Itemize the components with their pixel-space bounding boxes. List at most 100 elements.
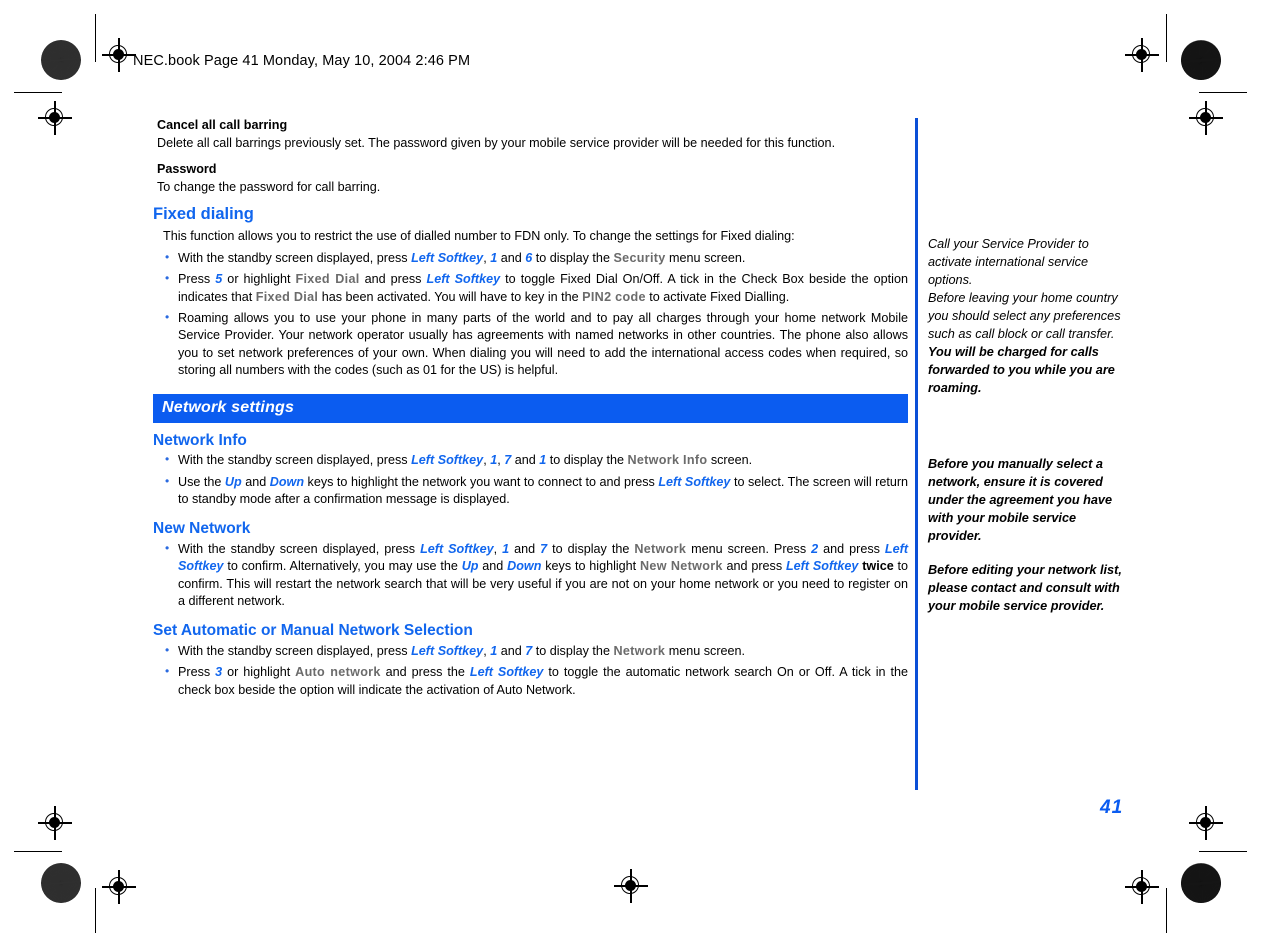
key-left-softkey: Left Softkey	[420, 541, 494, 556]
menu-label-network-info: Network Info	[627, 453, 708, 468]
registration-target-left-upper	[38, 101, 72, 135]
t: and	[509, 541, 541, 556]
sidebar-divider	[915, 118, 919, 790]
registration-target-right-lower	[1189, 806, 1223, 840]
t: and	[478, 559, 508, 574]
margin-note-3-text: Before editing your network list, please…	[928, 563, 1122, 613]
key-down: Down	[507, 559, 542, 574]
key-down: Down	[269, 474, 305, 489]
list-item: With the standby screen displayed, press…	[153, 642, 908, 660]
list-new-network: With the standby screen displayed, press…	[153, 540, 908, 611]
t: to confirm. Alternatively, you may use t…	[223, 559, 462, 574]
t: With the standby screen displayed, press	[178, 541, 421, 556]
list-item: Roaming allows you to use your phone in …	[153, 309, 908, 380]
list-item: Use the Up and Down keys to highlight th…	[153, 473, 908, 509]
emphasis-twice: twice	[862, 559, 894, 574]
t: keys to highlight	[541, 559, 640, 574]
t: keys to highlight the network you want t…	[304, 474, 659, 489]
key-left-softkey: Left Softkey	[411, 250, 484, 265]
key-left-softkey: Left Softkey	[426, 272, 501, 287]
heading-password: Password	[157, 162, 217, 177]
t: to display the	[547, 541, 635, 556]
margin-note-3: Before editing your network list, please…	[928, 561, 1133, 615]
heading-cancel-all-call-barring: Cancel all call barring	[157, 118, 288, 132]
text-fixed-dialing-intro: This function allows you to restrict the…	[163, 228, 795, 243]
t: and press the	[380, 665, 470, 680]
list-item: Press 5 or highlight Fixed Dial and pres…	[153, 270, 908, 306]
margin-note-spacer	[928, 397, 1133, 455]
margin-note-spacer-2	[928, 545, 1133, 561]
margin-note-1: Call your Service Provider to activate i…	[928, 235, 1133, 397]
margin-note-2: Before you manually select a network, en…	[928, 455, 1133, 545]
menu-label-network: Network	[613, 644, 666, 659]
t: menu screen.	[665, 644, 746, 659]
key-left-softkey: Left Softkey	[469, 665, 544, 680]
key-up: Up	[461, 559, 479, 574]
key-up: Up	[224, 474, 242, 489]
text-cancel-all-call-barring: Delete all call barrings previously set.…	[157, 135, 836, 150]
margin-note-1-text-c: You will be charged for calls forwarded …	[928, 345, 1115, 395]
list-item: With the standby screen displayed, press…	[153, 540, 908, 611]
key-left-softkey: Left Softkey	[411, 453, 484, 468]
crop-line-top-left-h	[14, 92, 62, 94]
list-fixed-dialing: With the standby screen displayed, press…	[153, 249, 908, 380]
registration-target-top-left-inner	[102, 38, 136, 72]
t: and	[497, 250, 526, 265]
t: menu screen.	[665, 250, 746, 265]
t: screen.	[707, 453, 753, 468]
menu-label-security: Security	[613, 250, 666, 265]
margin-note-1-text-b: Before leaving your home country you sho…	[928, 291, 1121, 341]
t: Roaming allows you to use your phone in …	[178, 311, 908, 378]
registration-target-bottom-right-inner	[1125, 870, 1159, 904]
t: With the standby screen displayed, press	[178, 644, 412, 659]
menu-label-auto-network: Auto network	[295, 665, 381, 680]
t: Press	[178, 272, 216, 287]
page-header-file-info: NEC.book Page 41 Monday, May 10, 2004 2:…	[133, 53, 471, 69]
crop-line-bottom-right-v	[1166, 888, 1168, 933]
registration-target-bottom-left-inner	[102, 870, 136, 904]
t: to display the	[546, 453, 628, 468]
t: to display the	[532, 644, 614, 659]
t: Press	[178, 665, 216, 680]
t: or highlight	[222, 272, 296, 287]
margin-notes-column: Call your Service Provider to activate i…	[928, 235, 1133, 615]
menu-label-network: Network	[634, 541, 687, 556]
main-content-column: Cancel all call barring Delete all call …	[153, 118, 908, 699]
key-left-softkey: Left Softkey	[411, 644, 484, 659]
t: has been activated. You will have to key…	[318, 289, 583, 304]
t: and	[497, 644, 526, 659]
list-item: Press 3 or highlight Auto network and pr…	[153, 663, 908, 699]
registration-rosette-top-left	[41, 40, 81, 80]
t: to activate Fixed Dialling.	[645, 289, 790, 304]
t: and press	[359, 272, 427, 287]
t: ,	[493, 541, 503, 556]
t: and	[241, 474, 270, 489]
menu-label-fixed-dial: Fixed Dial	[255, 289, 319, 304]
t: and	[511, 453, 540, 468]
crop-line-bottom-right-h	[1199, 851, 1247, 853]
list-item: With the standby screen displayed, press…	[153, 249, 908, 267]
registration-rosette-bottom-left	[41, 863, 81, 903]
list-item: With the standby screen displayed, press…	[153, 451, 908, 469]
t: or highlight	[222, 665, 296, 680]
crop-line-bottom-left-v	[95, 888, 97, 933]
registration-target-bottom-center	[614, 869, 648, 903]
registration-rosette-top-right	[1181, 40, 1221, 80]
registration-target-right-upper	[1189, 101, 1223, 135]
t: and press	[722, 559, 786, 574]
t: to display the	[532, 250, 614, 265]
crop-line-top-right-h	[1199, 92, 1247, 94]
menu-label-new-network: New Network	[640, 559, 723, 574]
key-left-softkey: Left Softkey	[658, 474, 731, 489]
section-banner-network-settings: Network settings	[153, 393, 908, 423]
heading-set-automatic-or-manual-network-selection: Set Automatic or Manual Network Selectio…	[153, 622, 473, 640]
heading-network-info: Network Info	[153, 431, 247, 449]
menu-label-pin2-code: PIN2 code	[582, 289, 646, 304]
key-left-softkey: Left Softkey	[785, 559, 859, 574]
list-auto-manual: With the standby screen displayed, press…	[153, 642, 908, 699]
registration-rosette-bottom-right	[1181, 863, 1221, 903]
document-page: NEC.book Page 41 Monday, May 10, 2004 2:…	[0, 0, 1262, 944]
t: With the standby screen displayed, press	[178, 453, 412, 468]
t: and press	[818, 541, 885, 556]
margin-note-1-text-a: Call your Service Provider to activate i…	[928, 237, 1089, 287]
